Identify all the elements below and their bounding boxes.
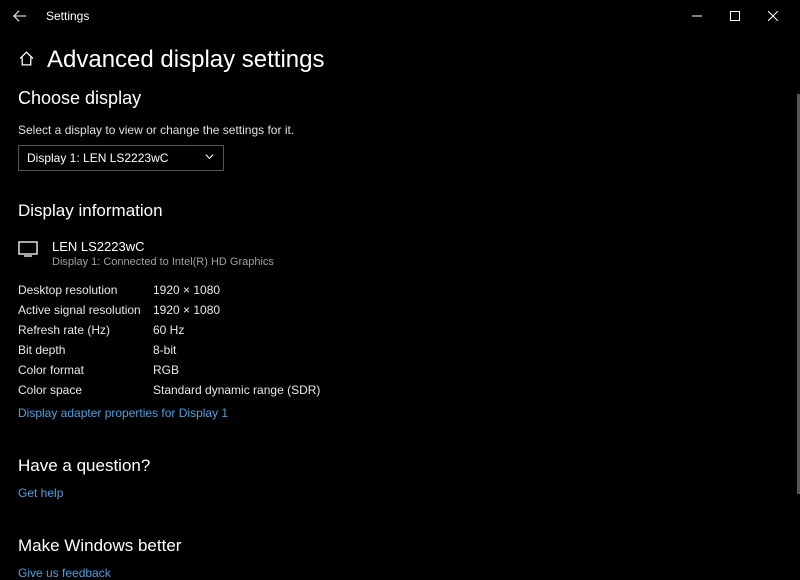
choose-display-title: Choose display (18, 88, 782, 109)
table-row: Bit depth 8-bit (18, 340, 782, 360)
monitor-row: LEN LS2223wC Display 1: Connected to Int… (18, 239, 782, 268)
info-value: 60 Hz (153, 320, 184, 340)
choose-display-subtitle: Select a display to view or change the s… (18, 123, 782, 137)
content-area: Advanced display settings Choose display… (0, 32, 800, 580)
back-arrow-icon (13, 9, 27, 23)
info-value: Standard dynamic range (SDR) (153, 380, 320, 400)
info-value: 8-bit (153, 340, 176, 360)
back-button[interactable] (8, 4, 32, 28)
info-label: Color format (18, 360, 153, 380)
display-selector-value: Display 1: LEN LS2223wC (27, 151, 168, 165)
minimize-button[interactable] (678, 1, 716, 31)
table-row: Desktop resolution 1920 × 1080 (18, 280, 782, 300)
app-title: Settings (46, 9, 89, 23)
minimize-icon (692, 11, 702, 21)
home-icon[interactable] (18, 50, 35, 70)
monitor-icon (18, 239, 38, 262)
info-label: Refresh rate (Hz) (18, 320, 153, 340)
page-header: Advanced display settings (18, 46, 782, 74)
info-value: 1920 × 1080 (153, 300, 220, 320)
monitor-name: LEN LS2223wC (52, 239, 274, 254)
display-selector-dropdown[interactable]: Display 1: LEN LS2223wC (18, 145, 224, 171)
info-value: RGB (153, 360, 179, 380)
info-label: Active signal resolution (18, 300, 153, 320)
info-value: 1920 × 1080 (153, 280, 220, 300)
close-icon (768, 11, 778, 21)
question-section: Have a question? Get help (18, 456, 782, 500)
titlebar-left: Settings (8, 4, 89, 28)
chevron-down-icon (204, 151, 215, 165)
info-label: Desktop resolution (18, 280, 153, 300)
monitor-info: LEN LS2223wC Display 1: Connected to Int… (52, 239, 274, 268)
info-label: Bit depth (18, 340, 153, 360)
feedback-title: Make Windows better (18, 536, 782, 556)
feedback-section: Make Windows better Give us feedback (18, 536, 782, 580)
titlebar: Settings (0, 0, 800, 32)
table-row: Active signal resolution 1920 × 1080 (18, 300, 782, 320)
table-row: Color space Standard dynamic range (SDR) (18, 380, 782, 400)
adapter-properties-link[interactable]: Display adapter properties for Display 1 (18, 406, 228, 420)
table-row: Color format RGB (18, 360, 782, 380)
close-button[interactable] (754, 1, 792, 31)
window-controls (678, 1, 792, 31)
display-info-title: Display information (18, 201, 782, 221)
question-title: Have a question? (18, 456, 782, 476)
info-label: Color space (18, 380, 153, 400)
display-info-table: Desktop resolution 1920 × 1080 Active si… (18, 280, 782, 400)
monitor-connection: Display 1: Connected to Intel(R) HD Grap… (52, 256, 274, 268)
maximize-icon (730, 11, 740, 21)
scrollbar[interactable] (796, 32, 800, 575)
feedback-link[interactable]: Give us feedback (18, 566, 111, 580)
page-title: Advanced display settings (47, 46, 325, 74)
table-row: Refresh rate (Hz) 60 Hz (18, 320, 782, 340)
maximize-button[interactable] (716, 1, 754, 31)
get-help-link[interactable]: Get help (18, 486, 63, 500)
